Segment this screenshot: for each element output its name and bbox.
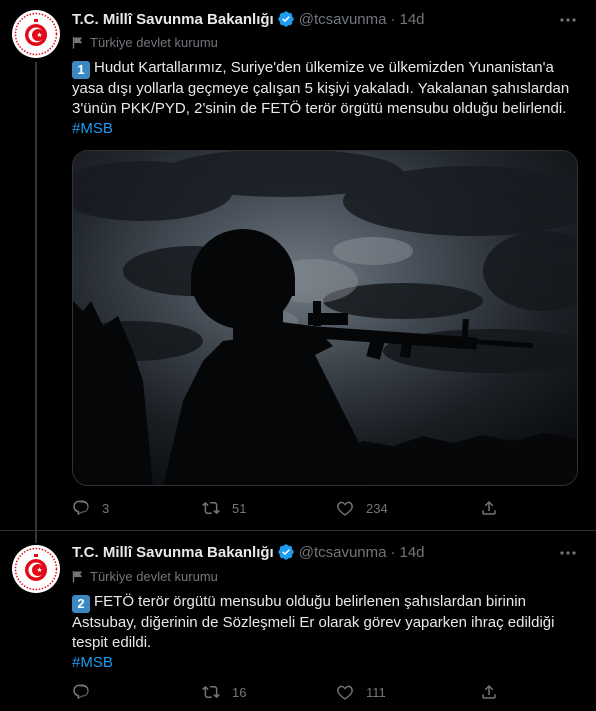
like-button[interactable]: 111	[336, 682, 386, 702]
label-text: Türkiye devlet kurumu	[90, 568, 218, 584]
reply-icon	[73, 684, 89, 699]
keycap-number: 2	[72, 595, 90, 613]
tweet-text: Hudut Kartallarımız, Suriye'den ülkemize…	[72, 59, 570, 117]
like-icon	[337, 685, 353, 700]
tweet-text-block: 2 FETÖ terör örgütü mensubu olduğu belirl…	[72, 592, 582, 673]
timestamp[interactable]: 14d	[399, 544, 424, 561]
like-count: 234	[366, 500, 388, 516]
more-button[interactable]	[558, 10, 578, 30]
label-text: Türkiye devlet kurumu	[90, 34, 218, 50]
tweet-header: T.C. Millî Savunma Bakanlığı @tcsavunma …	[72, 542, 425, 562]
share-icon	[482, 684, 496, 699]
reply-icon	[73, 500, 89, 515]
avatar[interactable]	[12, 545, 60, 593]
like-icon	[337, 501, 353, 516]
ministry-emblem-icon	[13, 546, 59, 592]
tweet[interactable]: T.C. Millî Savunma Bakanlığı @tcsavunma …	[0, 0, 596, 531]
reply-button[interactable]	[72, 682, 102, 702]
separator-dot: ·	[390, 543, 396, 561]
more-icon	[560, 551, 576, 555]
verified-badge-icon	[278, 11, 294, 27]
retweet-button[interactable]: 51	[202, 498, 246, 518]
retweet-icon	[202, 501, 220, 515]
hashtag-link[interactable]: #MSB	[72, 653, 582, 673]
verified-badge-icon	[278, 544, 294, 560]
author-name[interactable]: T.C. Millî Savunma Bakanlığı	[72, 544, 274, 561]
share-button[interactable]	[480, 498, 498, 518]
share-button[interactable]	[480, 682, 498, 702]
government-flag-icon	[72, 36, 83, 48]
action-bar: 16 111	[72, 682, 502, 702]
tweet-text: FETÖ terör örgütü mensubu olduğu belirle…	[72, 593, 555, 651]
author-name[interactable]: T.C. Millî Savunma Bakanlığı	[72, 11, 274, 28]
like-count: 111	[366, 684, 386, 700]
soldier-silhouette-photo	[73, 151, 577, 485]
reply-button[interactable]: 3	[72, 498, 109, 518]
like-button[interactable]: 234	[336, 498, 388, 518]
avatar[interactable]	[12, 10, 60, 58]
reply-count: 3	[102, 500, 110, 516]
retweet-count: 51	[232, 500, 247, 516]
tweet-text-block: 1 Hudut Kartallarımız, Suriye'den ülkemiz…	[72, 58, 582, 139]
separator-dot: ·	[390, 10, 396, 28]
hashtag-link[interactable]: #MSB	[72, 119, 582, 139]
keycap-number: 1	[72, 61, 90, 79]
retweet-button[interactable]: 16	[202, 682, 246, 702]
government-flag-icon	[72, 570, 83, 582]
more-icon	[560, 18, 576, 22]
government-label[interactable]: Türkiye devlet kurumu	[72, 567, 218, 585]
action-bar: 3 51 234	[72, 498, 502, 518]
share-icon	[482, 500, 496, 515]
author-handle[interactable]: @tcsavunma	[299, 544, 387, 561]
more-button[interactable]	[558, 543, 578, 563]
retweet-count: 16	[232, 684, 247, 700]
ministry-emblem-icon	[13, 11, 59, 57]
tweet[interactable]: T.C. Millî Savunma Bakanlığı @tcsavunma …	[0, 531, 596, 711]
government-label[interactable]: Türkiye devlet kurumu	[72, 33, 218, 51]
thread-line	[35, 62, 37, 531]
tweet-image[interactable]	[72, 150, 578, 486]
author-handle[interactable]: @tcsavunma	[299, 11, 387, 28]
thread-line	[35, 531, 37, 543]
retweet-icon	[202, 685, 220, 699]
tweet-header: T.C. Millî Savunma Bakanlığı @tcsavunma …	[72, 9, 425, 29]
timestamp[interactable]: 14d	[399, 11, 424, 28]
